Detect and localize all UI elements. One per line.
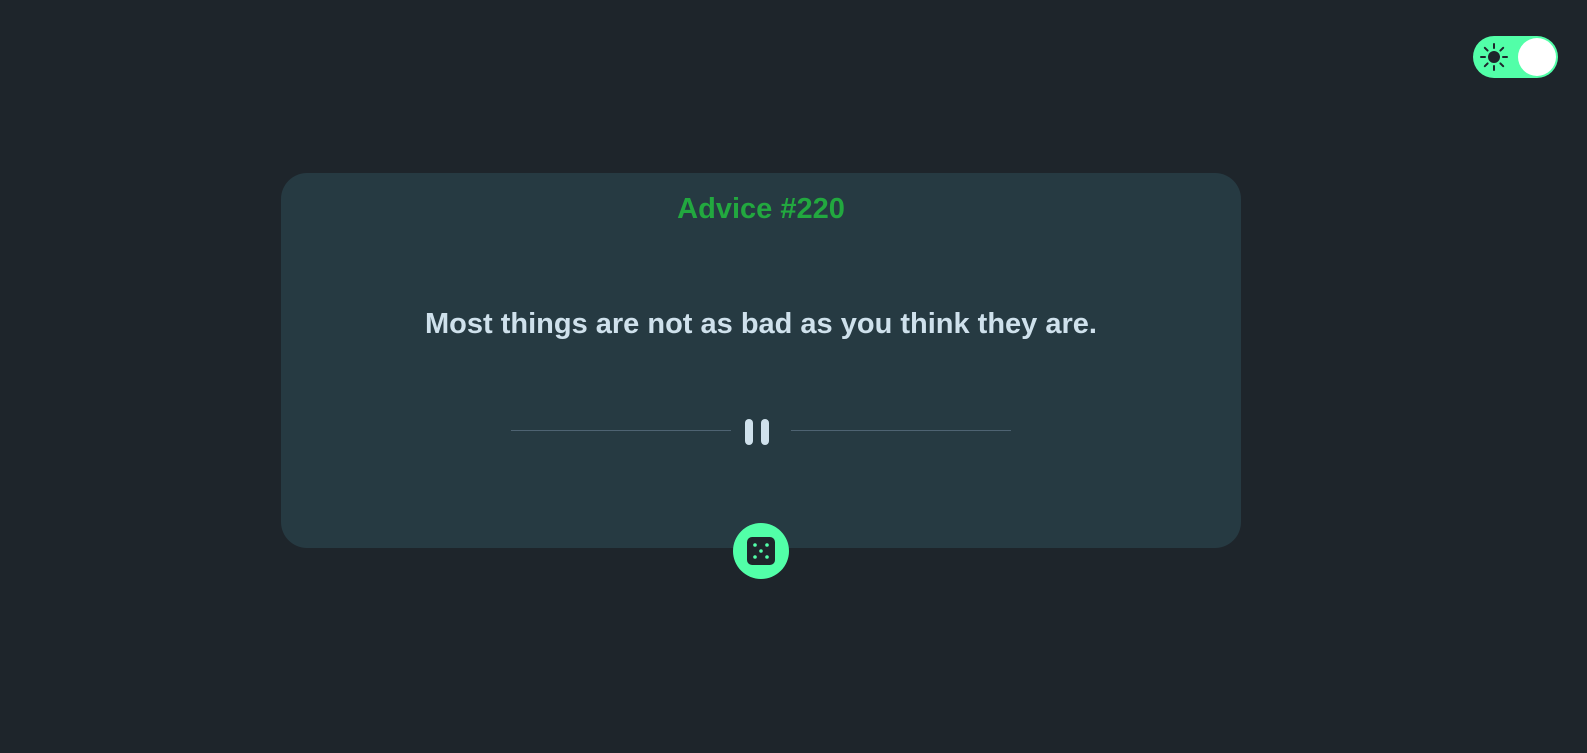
divider (511, 419, 1011, 445)
divider-line-right (791, 430, 1011, 431)
dice-icon (747, 537, 775, 565)
page: Advice #220 Most things are not as bad a… (0, 0, 1587, 753)
advice-text: Most things are not as bad as you think … (425, 308, 1097, 340)
divider-line-left (511, 430, 731, 431)
pause-icon (745, 419, 769, 445)
advice-card: Advice #220 Most things are not as bad a… (281, 173, 1241, 548)
theme-toggle[interactable] (1473, 36, 1558, 78)
new-advice-button[interactable] (733, 523, 789, 579)
advice-title: Advice #220 (677, 193, 845, 225)
sun-icon (1480, 43, 1508, 71)
toggle-knob[interactable] (1518, 38, 1556, 76)
